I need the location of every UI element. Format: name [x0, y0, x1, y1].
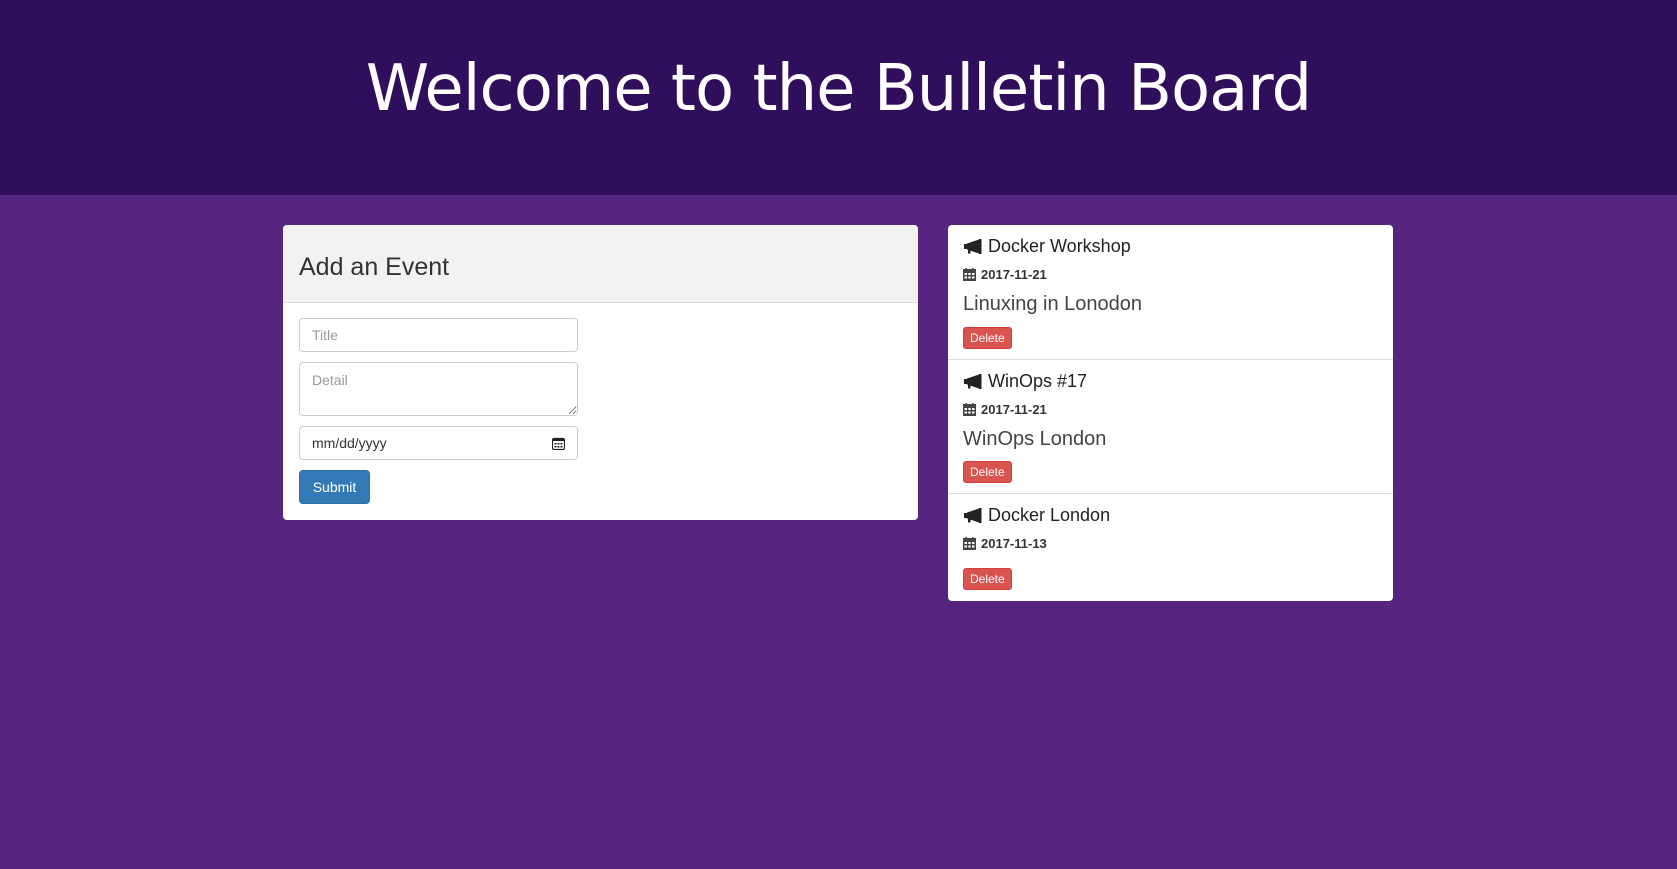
page-title: Welcome to the Bulletin Board [365, 52, 1312, 126]
bullhorn-icon [964, 239, 982, 254]
event-detail: WinOps London [963, 428, 1107, 450]
event-list: Docker Workshop 2017-11-21 Linuxing in L… [948, 225, 1393, 601]
event-item: Docker London 2017-11-13 Delete [948, 494, 1393, 601]
add-event-panel: Add an Event mm/dd/yyyy Submit [283, 225, 918, 520]
date-input-value: mm/dd/yyyy [312, 435, 387, 451]
event-title-row: Docker London [963, 505, 1110, 526]
event-title-row: WinOps #17 [963, 371, 1087, 392]
add-event-heading: Add an Event [299, 253, 450, 281]
date-input[interactable]: mm/dd/yyyy [299, 426, 578, 460]
event-item: WinOps #17 2017-11-21 WinOps London Dele… [948, 360, 1393, 494]
delete-button[interactable]: Delete [963, 568, 1012, 590]
calendar-picker-icon[interactable] [552, 437, 565, 450]
event-date: 2017-11-21 [981, 267, 1047, 282]
event-date-row: 2017-11-21 [963, 402, 1047, 417]
event-title-row: Docker Workshop [963, 236, 1131, 257]
event-date: 2017-11-21 [981, 402, 1047, 417]
event-date-row: 2017-11-21 [963, 267, 1047, 282]
page-header: Welcome to the Bulletin Board [0, 0, 1677, 195]
detail-input[interactable] [299, 362, 578, 416]
title-input[interactable] [299, 318, 578, 352]
add-event-panel-heading: Add an Event [283, 225, 918, 303]
event-title: WinOps #17 [988, 371, 1088, 391]
calendar-icon [963, 268, 976, 281]
delete-button[interactable]: Delete [963, 327, 1012, 349]
delete-button[interactable]: Delete [963, 461, 1012, 483]
bullhorn-icon [964, 374, 982, 389]
event-detail: Linuxing in Lonodon [963, 293, 1143, 315]
submit-button[interactable]: Submit [299, 470, 370, 504]
event-title: Docker London [988, 505, 1111, 525]
calendar-icon [963, 403, 976, 416]
event-title: Docker Workshop [988, 236, 1131, 256]
bullhorn-icon [964, 508, 982, 523]
event-date-row: 2017-11-13 [963, 536, 1047, 551]
event-item: Docker Workshop 2017-11-21 Linuxing in L… [948, 225, 1393, 360]
calendar-icon [963, 537, 976, 550]
event-date: 2017-11-13 [981, 536, 1047, 551]
